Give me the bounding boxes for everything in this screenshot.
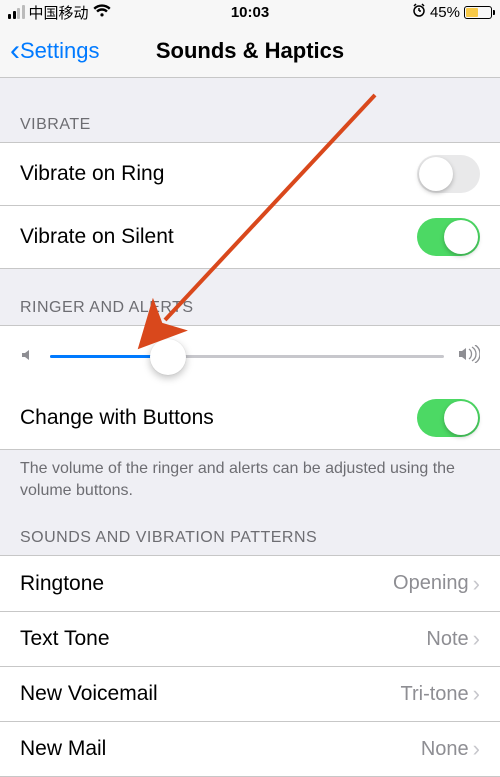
chevron-right-icon: › xyxy=(473,736,480,762)
row-label: Ringtone xyxy=(20,572,104,596)
chevron-right-icon: › xyxy=(473,626,480,652)
chevron-right-icon: › xyxy=(473,571,480,597)
section-header-sounds: SOUNDS AND VIBRATION PATTERNS xyxy=(0,511,500,555)
status-bar: 中国移动 10:03 45% xyxy=(0,0,500,24)
row-label: New Voicemail xyxy=(20,682,158,706)
row-vibrate-on-silent[interactable]: Vibrate on Silent xyxy=(0,205,500,268)
back-button[interactable]: ‹ Settings xyxy=(10,36,100,66)
row-label: Text Tone xyxy=(20,627,110,651)
speaker-low-icon xyxy=(20,345,36,369)
row-label: Vibrate on Ring xyxy=(20,162,164,186)
toggle-vibrate-on-ring[interactable] xyxy=(417,155,480,193)
row-label: Vibrate on Silent xyxy=(20,225,174,249)
speaker-high-icon xyxy=(458,345,480,369)
back-label: Settings xyxy=(20,38,100,64)
toggle-change-with-buttons[interactable] xyxy=(417,399,480,437)
section-header-ringer: RINGER AND ALERTS xyxy=(0,269,500,325)
section-header-vibrate: VIBRATE xyxy=(0,78,500,142)
toggle-vibrate-on-silent[interactable] xyxy=(417,218,480,256)
battery-pct: 45% xyxy=(430,4,460,21)
row-value: Note xyxy=(426,628,468,651)
carrier-label: 中国移动 xyxy=(29,2,89,23)
status-right: 45% xyxy=(412,3,492,21)
chevron-right-icon: › xyxy=(473,681,480,707)
group-sounds: Ringtone Opening › Text Tone Note › New … xyxy=(0,555,500,777)
group-vibrate: Vibrate on Ring Vibrate on Silent xyxy=(0,142,500,269)
alarm-icon xyxy=(412,3,426,21)
row-new-mail[interactable]: New Mail None › xyxy=(0,721,500,776)
chevron-left-icon: ‹ xyxy=(10,36,20,66)
row-value: Tri-tone xyxy=(401,683,469,706)
volume-slider[interactable] xyxy=(50,355,444,358)
row-ringtone[interactable]: Ringtone Opening › xyxy=(0,556,500,611)
row-value: None xyxy=(421,738,469,761)
signal-icon xyxy=(8,5,25,19)
battery-icon xyxy=(464,6,492,19)
group-ringer: Change with Buttons xyxy=(0,387,500,450)
row-change-with-buttons[interactable]: Change with Buttons xyxy=(0,387,500,449)
row-new-voicemail[interactable]: New Voicemail Tri-tone › xyxy=(0,666,500,721)
row-label: Change with Buttons xyxy=(20,406,214,430)
wifi-icon xyxy=(93,4,111,21)
page-title: Sounds & Haptics xyxy=(156,38,344,64)
slider-thumb[interactable] xyxy=(150,339,186,375)
section-footer-ringer: The volume of the ringer and alerts can … xyxy=(0,450,500,511)
row-text-tone[interactable]: Text Tone Note › xyxy=(0,611,500,666)
row-value: Opening xyxy=(393,572,469,595)
row-vibrate-on-ring[interactable]: Vibrate on Ring xyxy=(0,143,500,205)
status-left: 中国移动 xyxy=(8,2,111,23)
nav-bar: ‹ Settings Sounds & Haptics xyxy=(0,24,500,78)
row-volume-slider xyxy=(0,325,500,387)
status-time: 10:03 xyxy=(231,4,269,21)
row-label: New Mail xyxy=(20,737,106,761)
